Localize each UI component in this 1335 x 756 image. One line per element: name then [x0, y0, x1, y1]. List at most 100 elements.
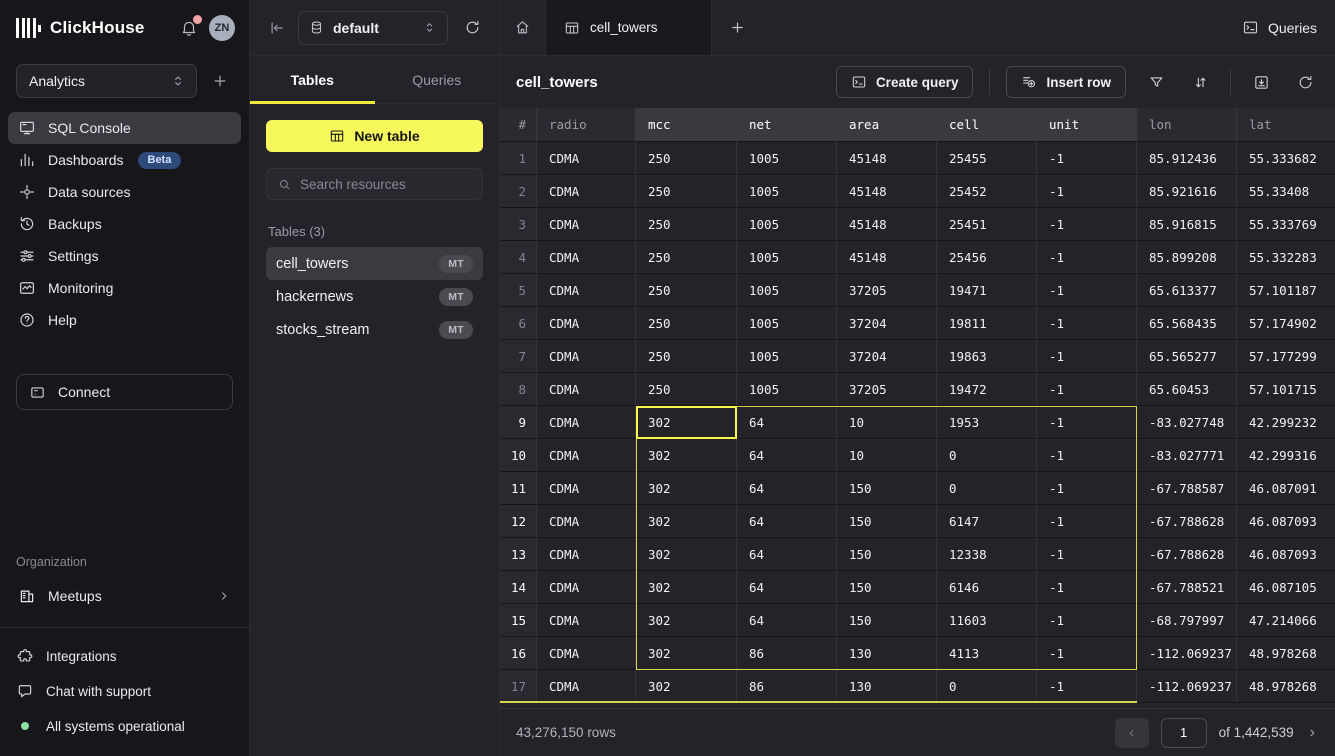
grid-cell[interactable]: 45148 — [837, 208, 937, 241]
grid-cell[interactable]: 46.087091 — [1237, 472, 1335, 505]
grid-cell[interactable]: 1953 — [937, 406, 1037, 439]
grid-cell[interactable]: 37205 — [837, 274, 937, 307]
clickhouse-logo[interactable]: ClickHouse — [16, 17, 145, 39]
new-tab-button[interactable] — [712, 0, 762, 55]
sidebar-item-dashboards[interactable]: Dashboards Beta — [8, 144, 241, 176]
grid-cell[interactable]: 86 — [737, 637, 837, 670]
grid-cell[interactable]: -1 — [1037, 307, 1137, 340]
grid-cell[interactable]: 64 — [737, 439, 837, 472]
grid-cell[interactable]: 1005 — [737, 241, 837, 274]
grid-cell[interactable]: CDMA — [537, 274, 636, 307]
sidebar-item-meetups[interactable]: Meetups — [8, 579, 241, 613]
grid-cell[interactable]: 250 — [636, 175, 737, 208]
grid-cell[interactable]: 250 — [636, 373, 737, 406]
grid-cell[interactable]: 10 — [837, 439, 937, 472]
grid-cell[interactable]: 4113 — [937, 637, 1037, 670]
grid-cell[interactable]: 6147 — [937, 505, 1037, 538]
grid-cell[interactable]: -67.788521 — [1137, 571, 1237, 604]
grid-cell[interactable]: -1 — [1037, 274, 1137, 307]
grid-cell[interactable]: CDMA — [537, 505, 636, 538]
grid-cell[interactable]: CDMA — [537, 604, 636, 637]
grid-cell[interactable]: 302 — [636, 472, 737, 505]
column-header-unit[interactable]: unit — [1037, 108, 1137, 142]
grid-cell[interactable]: CDMA — [537, 439, 636, 472]
grid-cell[interactable]: 46.087093 — [1237, 538, 1335, 571]
grid-cell[interactable]: 25452 — [937, 175, 1037, 208]
add-workspace-button[interactable] — [207, 68, 233, 94]
grid-cell[interactable]: 55.333769 — [1237, 208, 1335, 241]
sidebar-item-settings[interactable]: Settings — [8, 240, 241, 272]
grid-cell[interactable]: -1 — [1037, 439, 1137, 472]
grid-cell[interactable]: 19471 — [937, 274, 1037, 307]
grid-cell[interactable]: CDMA — [537, 373, 636, 406]
grid-cell[interactable]: 1005 — [737, 373, 837, 406]
column-header-mcc[interactable]: mcc — [636, 108, 737, 142]
grid-cell[interactable]: -1 — [1037, 208, 1137, 241]
grid-cell[interactable]: 85.899208 — [1137, 241, 1237, 274]
column-header-cell[interactable]: cell — [937, 108, 1037, 142]
grid-cell[interactable]: 37205 — [837, 373, 937, 406]
grid-cell[interactable]: 65.60453 — [1137, 373, 1237, 406]
grid-cell[interactable]: 130 — [837, 670, 937, 703]
grid-cell[interactable]: 64 — [737, 604, 837, 637]
grid-cell[interactable]: -1 — [1037, 142, 1137, 175]
grid-cell[interactable]: 48.978268 — [1237, 637, 1335, 670]
grid-cell[interactable]: 64 — [737, 406, 837, 439]
grid-cell[interactable]: 45148 — [837, 175, 937, 208]
grid-cell[interactable]: 250 — [636, 340, 737, 373]
download-button[interactable] — [1247, 68, 1275, 96]
grid-cell[interactable]: -67.788587 — [1137, 472, 1237, 505]
table-list-item-cell-towers[interactable]: cell_towers MT — [266, 247, 483, 280]
sort-button[interactable] — [1186, 68, 1214, 96]
grid-cell[interactable]: -1 — [1037, 340, 1137, 373]
grid-cell[interactable]: -1 — [1037, 175, 1137, 208]
grid-cell[interactable]: CDMA — [537, 307, 636, 340]
connect-button[interactable]: Connect — [16, 374, 233, 410]
grid-cell[interactable]: 46.087093 — [1237, 505, 1335, 538]
grid-cell[interactable]: 37204 — [837, 340, 937, 373]
grid-cell[interactable]: 55.33408 — [1237, 175, 1335, 208]
grid-cell[interactable]: CDMA — [537, 175, 636, 208]
grid-cell[interactable]: 57.174902 — [1237, 307, 1335, 340]
queries-button[interactable]: Queries — [1224, 0, 1335, 55]
grid-cell[interactable]: -1 — [1037, 637, 1137, 670]
grid-cell[interactable]: 250 — [636, 208, 737, 241]
grid-cell[interactable]: 302 — [636, 571, 737, 604]
grid-cell[interactable]: 25451 — [937, 208, 1037, 241]
grid-cell[interactable]: 64 — [737, 505, 837, 538]
workspace-select[interactable]: Analytics — [16, 64, 197, 98]
table-list-item-stocks-stream[interactable]: stocks_stream MT — [266, 313, 483, 346]
grid-cell[interactable]: 302 — [636, 538, 737, 571]
grid-cell[interactable]: -1 — [1037, 571, 1137, 604]
grid-cell[interactable]: 65.568435 — [1137, 307, 1237, 340]
grid-cell[interactable]: -112.069237 — [1137, 637, 1237, 670]
tab-tables[interactable]: Tables — [250, 56, 375, 103]
grid-cell[interactable]: 12338 — [937, 538, 1037, 571]
grid-cell[interactable]: 47.214066 — [1237, 604, 1335, 637]
grid-cell[interactable]: -1 — [1037, 406, 1137, 439]
create-query-button[interactable]: Create query — [836, 66, 974, 98]
grid-cell[interactable]: 10 — [837, 406, 937, 439]
grid-cell[interactable]: 64 — [737, 472, 837, 505]
sidebar-item-help[interactable]: Help — [8, 304, 241, 336]
grid-cell[interactable]: 85.912436 — [1137, 142, 1237, 175]
grid-cell[interactable]: -68.797997 — [1137, 604, 1237, 637]
grid-cell[interactable]: 6146 — [937, 571, 1037, 604]
grid-cell[interactable]: 57.177299 — [1237, 340, 1335, 373]
grid-cell[interactable]: 65.565277 — [1137, 340, 1237, 373]
grid-cell[interactable]: -67.788628 — [1137, 538, 1237, 571]
grid-cell[interactable]: 57.101715 — [1237, 373, 1335, 406]
grid-cell[interactable]: 25455 — [937, 142, 1037, 175]
refresh-tables-icon[interactable] — [464, 19, 481, 36]
table-list-item-hackernews[interactable]: hackernews MT — [266, 280, 483, 313]
grid-cell[interactable]: 1005 — [737, 142, 837, 175]
grid-cell[interactable]: 86 — [737, 670, 837, 703]
grid-cell[interactable]: 1005 — [737, 307, 837, 340]
new-table-button[interactable]: New table — [266, 120, 483, 152]
grid-cell[interactable]: 37204 — [837, 307, 937, 340]
tab-cell-towers[interactable]: cell_towers — [546, 0, 712, 55]
grid-cell[interactable]: -1 — [1037, 472, 1137, 505]
grid-cell[interactable]: 85.916815 — [1137, 208, 1237, 241]
column-header-radio[interactable]: radio — [537, 108, 636, 142]
grid-cell[interactable]: 19863 — [937, 340, 1037, 373]
